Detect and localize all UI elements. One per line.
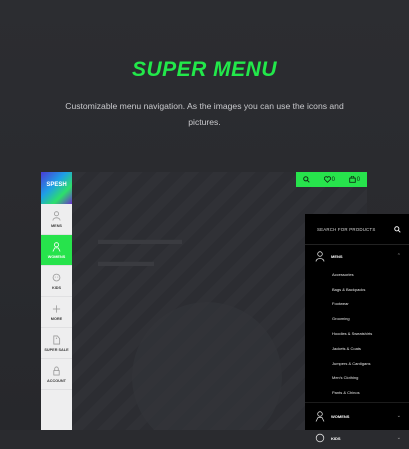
hero-title: SUPER MENU xyxy=(131,58,278,81)
woman-icon xyxy=(315,410,325,422)
brand-logo[interactable]: SPESH xyxy=(41,172,72,204)
sidebar-item-account[interactable]: ACCOUNT xyxy=(41,359,72,390)
chevron-down-icon: ⌄ xyxy=(396,435,401,442)
cart-button[interactable]: 0 xyxy=(349,176,360,183)
sidebar-item-super-sale[interactable]: SUPER SALE xyxy=(41,328,72,359)
submenu-item[interactable]: Men's Clothing xyxy=(305,371,409,386)
sidebar-item-label: SUPER SALE xyxy=(44,347,69,352)
tag-icon xyxy=(53,335,61,344)
search-icon xyxy=(303,176,310,183)
drawer-divider xyxy=(305,402,409,404)
category-label: KIDS xyxy=(331,435,341,441)
man-icon xyxy=(315,250,325,262)
sidebar: SPESH MENS WOMENS KIDS MORE SUPER SALE A… xyxy=(41,172,72,430)
kid-icon xyxy=(52,273,61,281)
submenu-item[interactable]: Grooming xyxy=(305,311,409,326)
sidebar-item-mens[interactable]: MENS xyxy=(41,204,72,235)
chevron-up-icon: ⌃ xyxy=(396,253,401,259)
woman-icon xyxy=(52,241,61,252)
sidebar-item-label: ACCOUNT xyxy=(47,378,66,383)
drawer-category-womens[interactable]: WOMENS ⌄ xyxy=(305,405,409,427)
sidebar-item-label: MENS xyxy=(51,223,62,228)
chevron-down-icon: ⌄ xyxy=(396,413,401,420)
submenu-item[interactable]: Hoodies & Sweatshirts xyxy=(305,326,409,341)
stage-decoration-circle xyxy=(132,302,282,430)
search-icon xyxy=(394,225,401,233)
sidebar-item-more[interactable]: MORE xyxy=(41,297,72,328)
submenu-item[interactable]: Pants & Chinos xyxy=(305,385,409,400)
category-label: MENS xyxy=(331,253,343,259)
search-button[interactable] xyxy=(303,176,310,183)
heart-icon xyxy=(323,176,331,183)
drawer-category-mens[interactable]: MENS ⌃ xyxy=(305,245,409,267)
logo-text: SPESH xyxy=(46,182,67,188)
lock-icon xyxy=(53,366,60,375)
sidebar-item-label: WOMENS xyxy=(47,254,66,259)
cart-icon xyxy=(349,176,356,183)
stage-decoration: ▬▬▬▬▬▬ ▬▬▬▬ xyxy=(98,231,182,269)
cart-count: 0 xyxy=(356,176,361,183)
category-label: WOMENS xyxy=(331,413,350,419)
submenu-item[interactable]: Jackets & Coats xyxy=(305,341,409,356)
submenu-item[interactable]: Jumpers & Cardigans xyxy=(305,356,409,371)
hero-subtitle: Customizable menu navigation. As the ima… xyxy=(65,101,344,127)
top-toolbar: 0 0 xyxy=(296,172,367,187)
man-icon xyxy=(52,210,61,221)
sidebar-item-label: KIDS xyxy=(51,285,62,290)
sidebar-item-kids[interactable]: KIDS xyxy=(41,266,72,297)
wishlist-button[interactable]: 0 xyxy=(323,176,335,183)
search-placeholder: SEARCH FOR PRODUCTS xyxy=(317,226,376,232)
sidebar-item-label: MORE xyxy=(50,316,63,321)
submenu-item[interactable]: Accessories xyxy=(305,267,409,282)
wishlist-count: 0 xyxy=(331,176,335,183)
menu-drawer: SEARCH FOR PRODUCTS MENS ⌃ Accessories B… xyxy=(305,214,409,442)
drawer-search[interactable]: SEARCH FOR PRODUCTS xyxy=(305,214,409,245)
sidebar-item-womens[interactable]: WOMENS xyxy=(41,235,72,266)
kid-icon xyxy=(315,433,325,442)
submenu-item[interactable]: Bags & Backpacks xyxy=(305,282,409,297)
drawer-category-kids[interactable]: KIDS ⌄ xyxy=(305,427,409,449)
submenu-item[interactable]: Footwear xyxy=(305,297,409,312)
plus-icon xyxy=(52,304,61,313)
